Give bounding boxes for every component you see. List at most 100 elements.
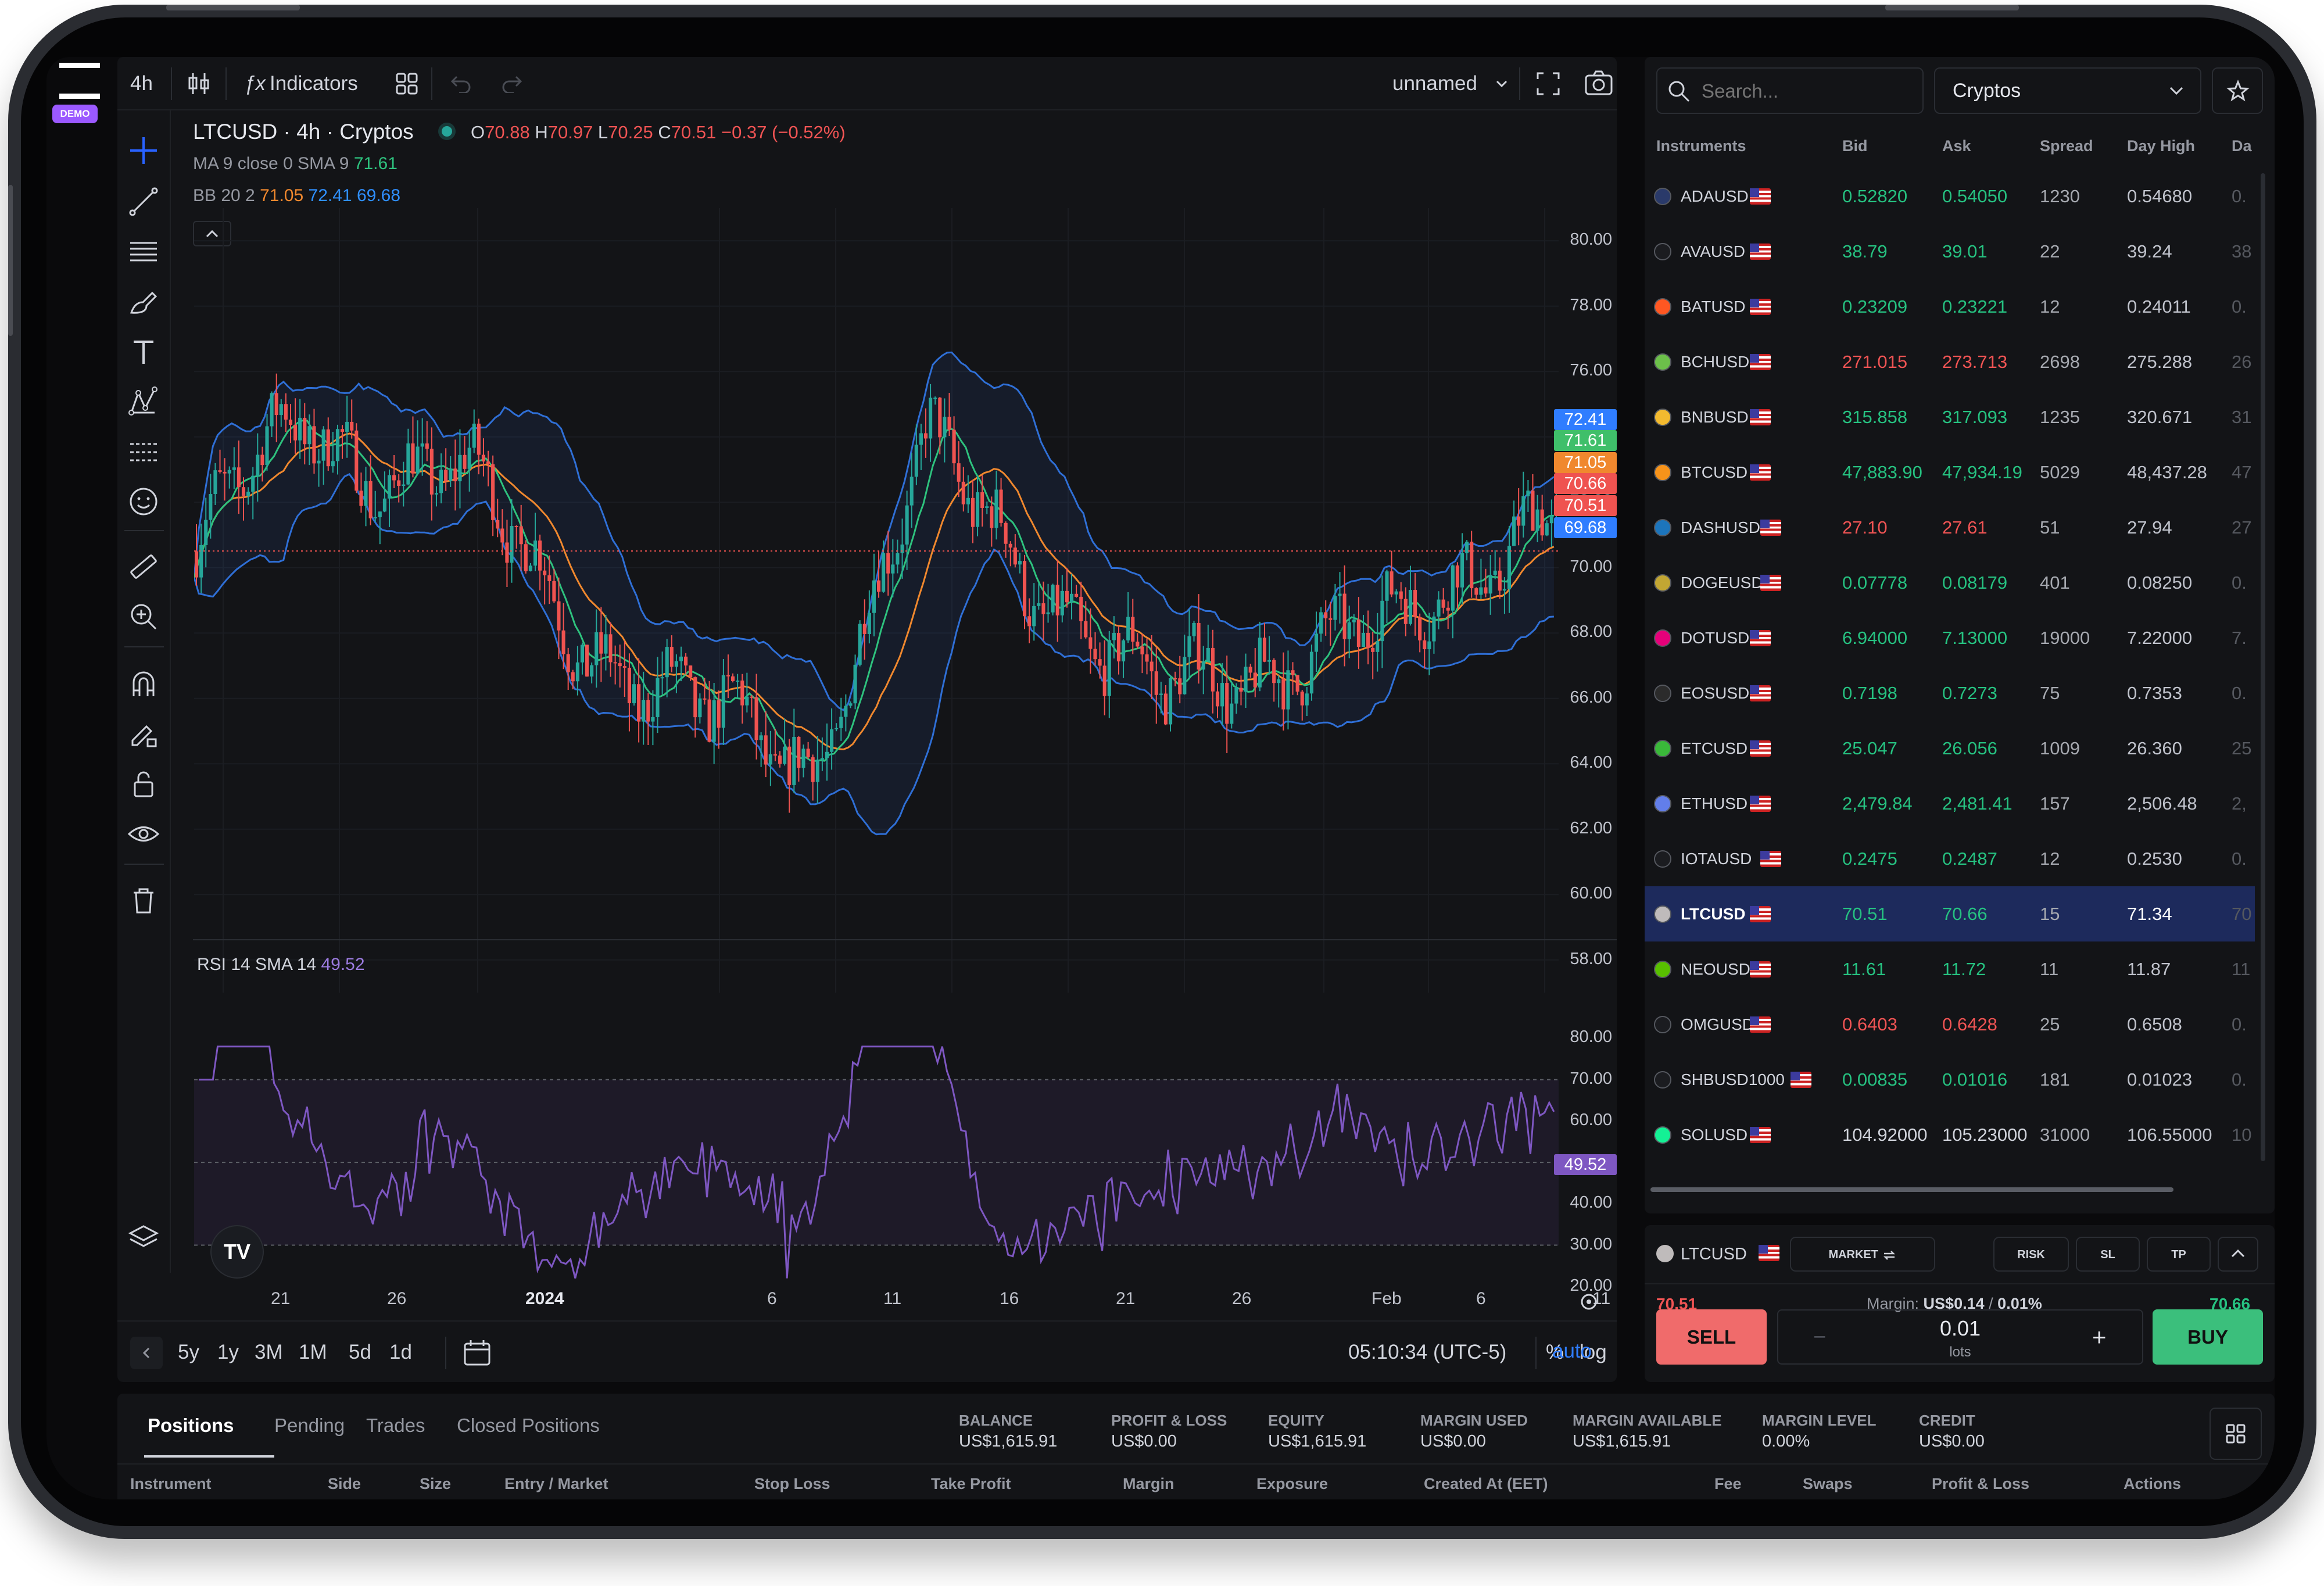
- sell-button[interactable]: SELL: [1656, 1309, 1767, 1365]
- instrument-row[interactable]: ETHUSD 2,479.84 2,481.41 157 2,506.48 2,: [1645, 776, 2255, 831]
- category-select[interactable]: Cryptos: [1934, 67, 2201, 114]
- vertical-scrollbar[interactable]: [2261, 173, 2265, 1161]
- lot-size-stepper[interactable]: − 0.01 lots +: [1777, 1309, 2143, 1365]
- layout-name-dropdown[interactable]: unnamed: [1392, 57, 1477, 110]
- positions-column-header[interactable]: Size: [420, 1475, 451, 1493]
- clock-readout[interactable]: 05:10:34 (UTC-5): [1348, 1322, 1506, 1383]
- rsi-chart-canvas[interactable]: [194, 1022, 1559, 1295]
- trend-line-icon[interactable]: [127, 185, 160, 219]
- magnet-icon[interactable]: [127, 667, 160, 701]
- indicators-button[interactable]: Indicators: [270, 57, 358, 110]
- rsi-legend[interactable]: RSI 14 SMA 14 49.52: [197, 955, 365, 975]
- text-tool-icon[interactable]: [127, 335, 160, 368]
- pattern-tool-icon[interactable]: [127, 385, 160, 418]
- go-to-date-icon[interactable]: [463, 1339, 492, 1367]
- positions-column-header[interactable]: Margin: [1123, 1475, 1174, 1493]
- positions-column-header[interactable]: Exposure: [1256, 1475, 1328, 1493]
- redo-icon[interactable]: [501, 74, 524, 93]
- fx-icon[interactable]: ƒx: [244, 57, 266, 110]
- tab-closed-positions[interactable]: Closed Positions: [457, 1394, 600, 1458]
- lock-drawings-pencil-icon[interactable]: [127, 717, 160, 751]
- range-button-5d[interactable]: 5d: [349, 1322, 371, 1383]
- instrument-row[interactable]: ADAUSD 0.52820 0.54050 1230 0.54680 0.: [1645, 169, 2255, 224]
- emoji-icon[interactable]: [127, 485, 160, 518]
- brush-icon[interactable]: [127, 285, 160, 318]
- lock-icon[interactable]: [127, 767, 160, 801]
- fib-retracement-icon[interactable]: [127, 235, 160, 268]
- ma-legend[interactable]: MA 9 close 0 SMA 9 71.61: [193, 154, 398, 174]
- positions-column-header[interactable]: Actions: [2124, 1475, 2181, 1493]
- candle-style-icon[interactable]: [186, 71, 212, 96]
- range-button-5y[interactable]: 5y: [178, 1322, 199, 1383]
- instrument-row[interactable]: AVAUSD 38.79 39.01 22 39.24 38: [1645, 224, 2255, 279]
- scroll-left-button[interactable]: [130, 1337, 163, 1369]
- instrument-row[interactable]: OMGUSD 0.6403 0.6428 25 0.6508 0.: [1645, 997, 2255, 1052]
- horizontal-scrollbar[interactable]: [1650, 1187, 2173, 1192]
- range-button-3M[interactable]: 3M: [255, 1322, 283, 1383]
- instrument-row[interactable]: LTCUSD 70.51 70.66 15 71.34 70: [1645, 886, 2255, 941]
- instrument-row[interactable]: DASHUSD 27.10 27.61 51 27.94 27: [1645, 500, 2255, 555]
- increase-lots-button[interactable]: +: [2092, 1311, 2107, 1364]
- instrument-row[interactable]: DOTUSD 6.94000 7.13000 19000 7.22000 7.: [1645, 610, 2255, 665]
- column-header[interactable]: Ask: [1942, 137, 1971, 155]
- column-header[interactable]: Spread: [2040, 137, 2093, 155]
- pane-separator[interactable]: [193, 939, 1617, 940]
- fullscreen-icon[interactable]: [1535, 71, 1561, 96]
- instrument-row[interactable]: SHBUSD1000 0.00835 0.01016 181 0.01023 0.: [1645, 1052, 2255, 1107]
- positions-column-header[interactable]: Swaps: [1803, 1475, 1853, 1493]
- trash-icon[interactable]: [127, 883, 160, 917]
- instrument-row[interactable]: BATUSD 0.23209 0.23221 12 0.24011 0.: [1645, 279, 2255, 334]
- instrument-row[interactable]: NEOUSD 11.61 11.72 11 11.87 11: [1645, 941, 2255, 997]
- instrument-row[interactable]: EOSUSD 0.7198 0.7273 75 0.7353 0.: [1645, 665, 2255, 721]
- zoom-in-icon[interactable]: [127, 600, 160, 633]
- tab-positions[interactable]: Positions: [148, 1394, 234, 1458]
- app-logo[interactable]: [59, 63, 100, 99]
- interval-selector[interactable]: 4h: [130, 57, 153, 110]
- rsi-axis[interactable]: 80.0070.0060.0050.0040.0030.0020.0049.52: [1554, 57, 1617, 1312]
- auto-scale-toggle[interactable]: auto: [1552, 1320, 1592, 1382]
- crosshair-icon[interactable]: [127, 134, 160, 167]
- favorites-button[interactable]: [2212, 67, 2263, 114]
- instrument-row[interactable]: SOLUSD 104.92000 105.23000 31000 106.55000 10: [1645, 1107, 2255, 1162]
- settings-gear-icon[interactable]: [1577, 1290, 1600, 1313]
- time-axis[interactable]: 21 26 2024 6 11 16 21 26 Feb 6 11: [194, 1289, 1610, 1318]
- risk-button[interactable]: RISK: [1993, 1237, 2069, 1272]
- bb-legend[interactable]: BB 20 2 71.05 72.41 69.68: [193, 186, 400, 206]
- object-tree-icon[interactable]: [127, 1220, 160, 1254]
- instrument-row[interactable]: BCHUSD 271.015 273.713 2698 275.288 26: [1645, 334, 2255, 389]
- chevron-down-icon[interactable]: [1495, 79, 1509, 88]
- tab-pending[interactable]: Pending: [274, 1394, 345, 1458]
- positions-column-header[interactable]: Stop Loss: [754, 1475, 830, 1493]
- panel-layout-button[interactable]: [2210, 1408, 2262, 1460]
- positions-column-header[interactable]: Side: [328, 1475, 361, 1493]
- column-header[interactable]: Bid: [1842, 137, 1868, 155]
- instrument-row[interactable]: BNBUSD 315.858 317.093 1235 320.671 31: [1645, 389, 2255, 445]
- ruler-icon[interactable]: [127, 550, 160, 583]
- instrument-row[interactable]: BTCUSD 47,883.90 47,934.19 5029 48,437.28 47: [1645, 445, 2255, 500]
- lots-value[interactable]: 0.01: [1778, 1316, 2142, 1341]
- column-header[interactable]: Da: [2232, 137, 2252, 155]
- column-header[interactable]: Day High: [2127, 137, 2195, 155]
- instrument-row[interactable]: ETCUSD 25.047 26.056 1009 26.360 25: [1645, 721, 2255, 776]
- range-button-1d[interactable]: 1d: [389, 1322, 412, 1383]
- prediction-tool-icon[interactable]: [127, 435, 160, 468]
- buy-button[interactable]: BUY: [2153, 1309, 2263, 1365]
- stop-loss-button[interactable]: SL: [2076, 1237, 2140, 1272]
- tab-trades[interactable]: Trades: [366, 1394, 425, 1458]
- take-profit-button[interactable]: TP: [2147, 1237, 2211, 1272]
- range-button-1y[interactable]: 1y: [217, 1322, 239, 1383]
- undo-icon[interactable]: [449, 74, 472, 93]
- column-header[interactable]: Instruments: [1656, 137, 1746, 155]
- order-type-selector[interactable]: MARKET: [1790, 1237, 1935, 1272]
- range-button-1M[interactable]: 1M: [299, 1322, 327, 1383]
- search-box[interactable]: [1656, 67, 1924, 114]
- positions-column-header[interactable]: Profit & Loss: [1932, 1475, 2029, 1493]
- positions-column-header[interactable]: Take Profit: [931, 1475, 1011, 1493]
- eye-icon[interactable]: [127, 817, 160, 851]
- instrument-row[interactable]: DOGEUSD 0.07778 0.08179 401 0.08250 0.: [1645, 555, 2255, 610]
- expand-order-panel-button[interactable]: [2218, 1237, 2258, 1272]
- positions-column-header[interactable]: Entry / Market: [504, 1475, 608, 1493]
- instrument-row[interactable]: IOTAUSD 0.2475 0.2487 12 0.2530 0.: [1645, 831, 2255, 886]
- tradingview-logo-icon[interactable]: TV: [210, 1225, 264, 1279]
- price-chart-canvas[interactable]: [194, 208, 1559, 993]
